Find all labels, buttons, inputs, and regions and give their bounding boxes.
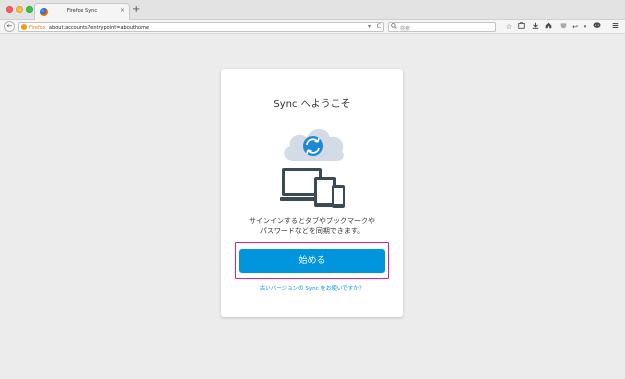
description-text: サインインするとタブやブックマークや パスワードなどを同期できます。 — [231, 216, 393, 236]
pocket-icon[interactable] — [558, 22, 568, 32]
description-line-1: サインインするとタブやブックマークや — [249, 217, 375, 225]
old-version-link[interactable]: 古いバージョンの Sync をお使いですか？ — [221, 284, 403, 292]
reload-icon[interactable]: C — [377, 23, 381, 30]
zoom-window-button[interactable] — [26, 6, 33, 13]
reading-list-icon[interactable] — [516, 22, 526, 32]
sync-welcome-card: Sync へようこそ サインインするとタブやブックマークや パスワードなどを同期… — [221, 69, 403, 317]
share-icon[interactable]: ↩ — [570, 22, 580, 32]
search-placeholder: 検索 — [400, 25, 411, 32]
url-bar[interactable]: Firefox about:accounts?entrypoint=abouth… — [18, 22, 384, 32]
download-icon[interactable] — [530, 22, 540, 32]
sync-cloud-icon — [284, 128, 344, 161]
page-title: Sync へようこそ — [273, 99, 351, 110]
star-icon[interactable]: ☆ — [504, 22, 514, 32]
back-button[interactable]: ← — [4, 21, 15, 32]
devices-icon — [280, 168, 345, 208]
chevron-down-icon[interactable]: ▾ — [580, 22, 590, 32]
tab-close-icon[interactable]: × — [120, 7, 125, 14]
new-tab-button[interactable]: + — [132, 4, 140, 16]
identity-label[interactable]: Firefox — [29, 25, 46, 31]
home-icon[interactable] — [543, 22, 553, 32]
tab-title: Firefox Sync — [66, 8, 98, 14]
close-window-button[interactable] — [6, 6, 13, 13]
tab-firefox-sync[interactable]: Firefox Sync × — [34, 3, 130, 20]
search-icon — [391, 23, 397, 31]
search-input[interactable]: 検索 — [388, 22, 496, 32]
firefox-identity-icon — [21, 24, 27, 30]
chat-icon[interactable] — [592, 22, 602, 32]
minimize-window-button[interactable] — [16, 6, 23, 13]
description-line-2: パスワードなどを同期できます。 — [259, 227, 365, 235]
tab-bar: Firefox Sync × + — [0, 0, 625, 20]
navigation-bar: ← Firefox about:accounts?entrypoint=abou… — [0, 20, 625, 34]
start-button[interactable]: 始める — [239, 249, 385, 273]
chevron-down-icon[interactable]: ▾ — [368, 23, 371, 30]
menu-icon[interactable] — [610, 22, 620, 32]
url-text[interactable]: about:accounts?entrypoint=abouthome — [49, 25, 149, 31]
